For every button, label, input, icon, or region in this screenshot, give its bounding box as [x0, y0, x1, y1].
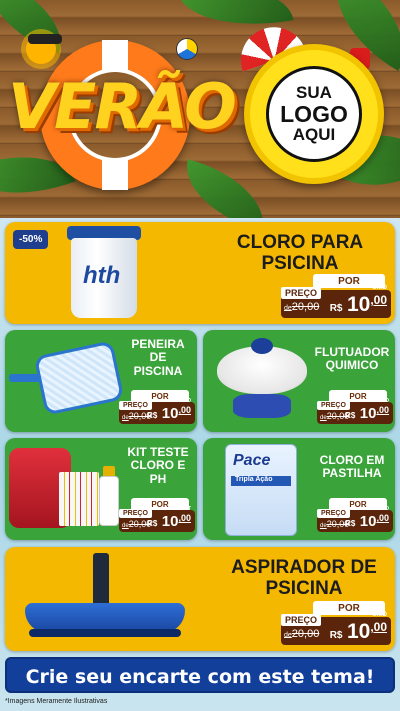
price-tag: POR PREÇO de20,00 UNID R$ 10,00	[281, 274, 391, 318]
price-tag: POR PREÇO de20,00 UNID R$ 10,00	[281, 601, 391, 645]
product-card-pastilha[interactable]: Pace Tripla Ação CLORO EM PASTILHA POR P…	[203, 438, 395, 540]
product-name: FLUTUADOR QUIMICO	[314, 345, 390, 373]
product-name: KIT TESTE CLORO E PH	[127, 445, 189, 486]
footnote: *Imagens Meramente Ilustrativas	[5, 698, 108, 705]
logo-placeholder[interactable]: SUA LOGO AQUI	[244, 44, 384, 184]
logo-circle: SUA LOGO AQUI	[266, 66, 362, 162]
product-card-flutuador[interactable]: FLUTUADOR QUIMICO POR PREÇO de20,00 UNID…	[203, 330, 395, 432]
product-name: CLORO EM PASTILHA	[319, 453, 385, 481]
logo-text-line3: AQUI	[292, 125, 336, 145]
product-card-aspirador[interactable]: ASPIRADOR DE PSICINA POR PREÇO de20,00 U…	[5, 547, 395, 651]
sunglasses-icon	[28, 34, 62, 44]
price-tag: POR PREÇO de20,00 KIT R$ 10,00	[119, 498, 195, 532]
ring-stripe	[102, 160, 128, 190]
palm-leaf-icon	[175, 159, 275, 218]
product-card-kit-teste[interactable]: KIT TESTE CLORO E PH POR PREÇO de20,00 K…	[5, 438, 197, 540]
header-banner: VERÃO SUA LOGO AQUI	[0, 0, 400, 218]
product-name: PENEIRA DE PISCINA	[131, 337, 185, 378]
discount-badge: -50%	[13, 230, 49, 249]
beach-ball-icon	[176, 38, 198, 60]
product-card-cloro[interactable]: -50% hth CLORO PARA PSICINA POR PREÇO de…	[5, 222, 395, 324]
price-tag: POR PREÇO de20,00 UNID R$ 10,00	[317, 390, 393, 424]
ring-stripe	[102, 40, 128, 70]
price-tag: POR PREÇO de20,00 UNID R$ 10,00	[119, 390, 195, 424]
logo-text-line1: SUA	[296, 83, 332, 103]
product-card-peneira[interactable]: PENEIRA DE PISCINA POR PREÇO de20,00 UNI…	[5, 330, 197, 432]
product-name: ASPIRADOR DE PSICINA	[231, 557, 377, 600]
cta-banner-button[interactable]: Crie seu encarte com este tema!	[5, 657, 395, 693]
product-name: CLORO PARA PSICINA	[236, 232, 364, 275]
page-title: VERÃO	[8, 70, 237, 143]
price-tag: POR PREÇO de20,00 UNID R$ 10,00	[317, 498, 393, 532]
logo-text-line2: LOGO	[280, 100, 348, 127]
